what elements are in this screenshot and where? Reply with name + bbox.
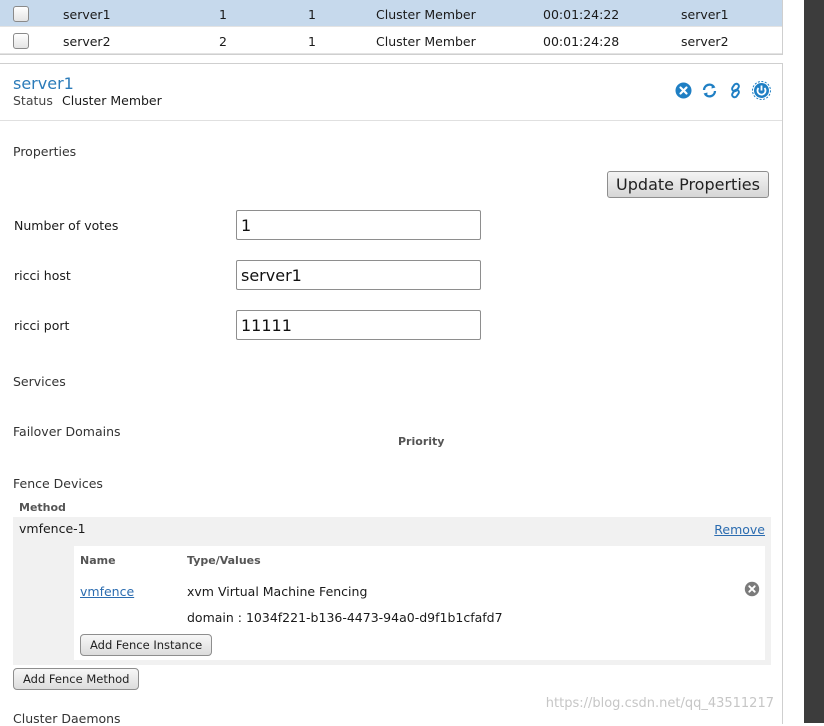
uptime-cell: 00:01:24:28	[543, 34, 620, 49]
node-name-cell: server1	[63, 7, 111, 22]
votes-input[interactable]	[236, 210, 481, 240]
services-heading: Services	[13, 374, 66, 389]
hostname-cell: server2	[681, 34, 729, 49]
refresh-icon[interactable]	[700, 81, 719, 100]
ricci-host-label: ricci host	[14, 268, 71, 283]
node-title: server1	[13, 74, 74, 93]
link-icon[interactable]	[726, 81, 745, 100]
window-edge-strip	[804, 0, 824, 723]
watermark: https://blog.csdn.net/qq_43511217	[545, 696, 774, 711]
status-cell: Cluster Member	[376, 34, 476, 49]
fence-devices-heading: Fence Devices	[13, 476, 103, 491]
update-properties-button[interactable]: Update Properties	[607, 171, 769, 198]
ricci-host-input[interactable]	[236, 260, 481, 290]
node-detail-panel: server1 Status Cluster Member Properties…	[0, 63, 783, 726]
node-name-cell: server2	[63, 34, 111, 49]
cluster-daemons-heading: Cluster Daemons	[13, 711, 121, 726]
node-id-cell: 1	[219, 7, 227, 22]
status-label: Status	[13, 93, 53, 108]
fence-instance-table: Name Type/Values vmfence xvm Virtual Mac…	[74, 546, 765, 660]
row-checkbox[interactable]	[13, 6, 29, 22]
type-column-header: Type/Values	[187, 554, 261, 567]
header-divider	[0, 120, 782, 121]
votes-cell: 1	[308, 7, 316, 22]
remove-method-link[interactable]: Remove	[714, 522, 765, 537]
remove-circle-icon[interactable]	[744, 581, 760, 597]
method-column-header: Method	[19, 501, 66, 514]
node-id-cell: 2	[219, 34, 227, 49]
hostname-cell: server1	[681, 7, 729, 22]
add-fence-method-button[interactable]: Add Fence Method	[13, 668, 140, 690]
fence-instance-link[interactable]: vmfence	[80, 584, 134, 599]
row-checkbox[interactable]	[13, 33, 29, 49]
add-fence-instance-button[interactable]: Add Fence Instance	[80, 634, 213, 656]
uptime-cell: 00:01:24:22	[543, 7, 620, 22]
name-column-header: Name	[80, 554, 116, 567]
ricci-port-label: ricci port	[14, 318, 70, 333]
priority-column-header: Priority	[398, 435, 445, 448]
failover-domains-heading: Failover Domains	[13, 424, 121, 439]
votes-label: Number of votes	[14, 218, 119, 233]
properties-heading: Properties	[13, 144, 77, 159]
fence-instance-container: Name Type/Values vmfence xvm Virtual Mac…	[13, 541, 771, 665]
node-page: server1 1 1 Cluster Member 00:01:24:22 s…	[0, 0, 784, 726]
power-icon[interactable]	[752, 81, 771, 100]
fence-instance-type: xvm Virtual Machine Fencing	[187, 584, 368, 599]
node-action-icons	[674, 81, 771, 100]
status-value: Cluster Member	[62, 93, 162, 108]
fence-instance-domain: domain : 1034f221-b136-4473-94a0-d9f1b1c…	[187, 610, 503, 625]
fence-method-row: vmfence-1 Remove	[13, 517, 771, 541]
close-icon[interactable]	[674, 81, 693, 100]
table-row[interactable]: server2 2 1 Cluster Member 00:01:24:28 s…	[0, 27, 782, 54]
nodes-table: server1 1 1 Cluster Member 00:01:24:22 s…	[0, 0, 783, 55]
status-cell: Cluster Member	[376, 7, 476, 22]
votes-cell: 1	[308, 34, 316, 49]
ricci-port-input[interactable]	[236, 310, 481, 340]
fence-method-name: vmfence-1	[19, 521, 86, 536]
table-row[interactable]: server1 1 1 Cluster Member 00:01:24:22 s…	[0, 0, 782, 27]
